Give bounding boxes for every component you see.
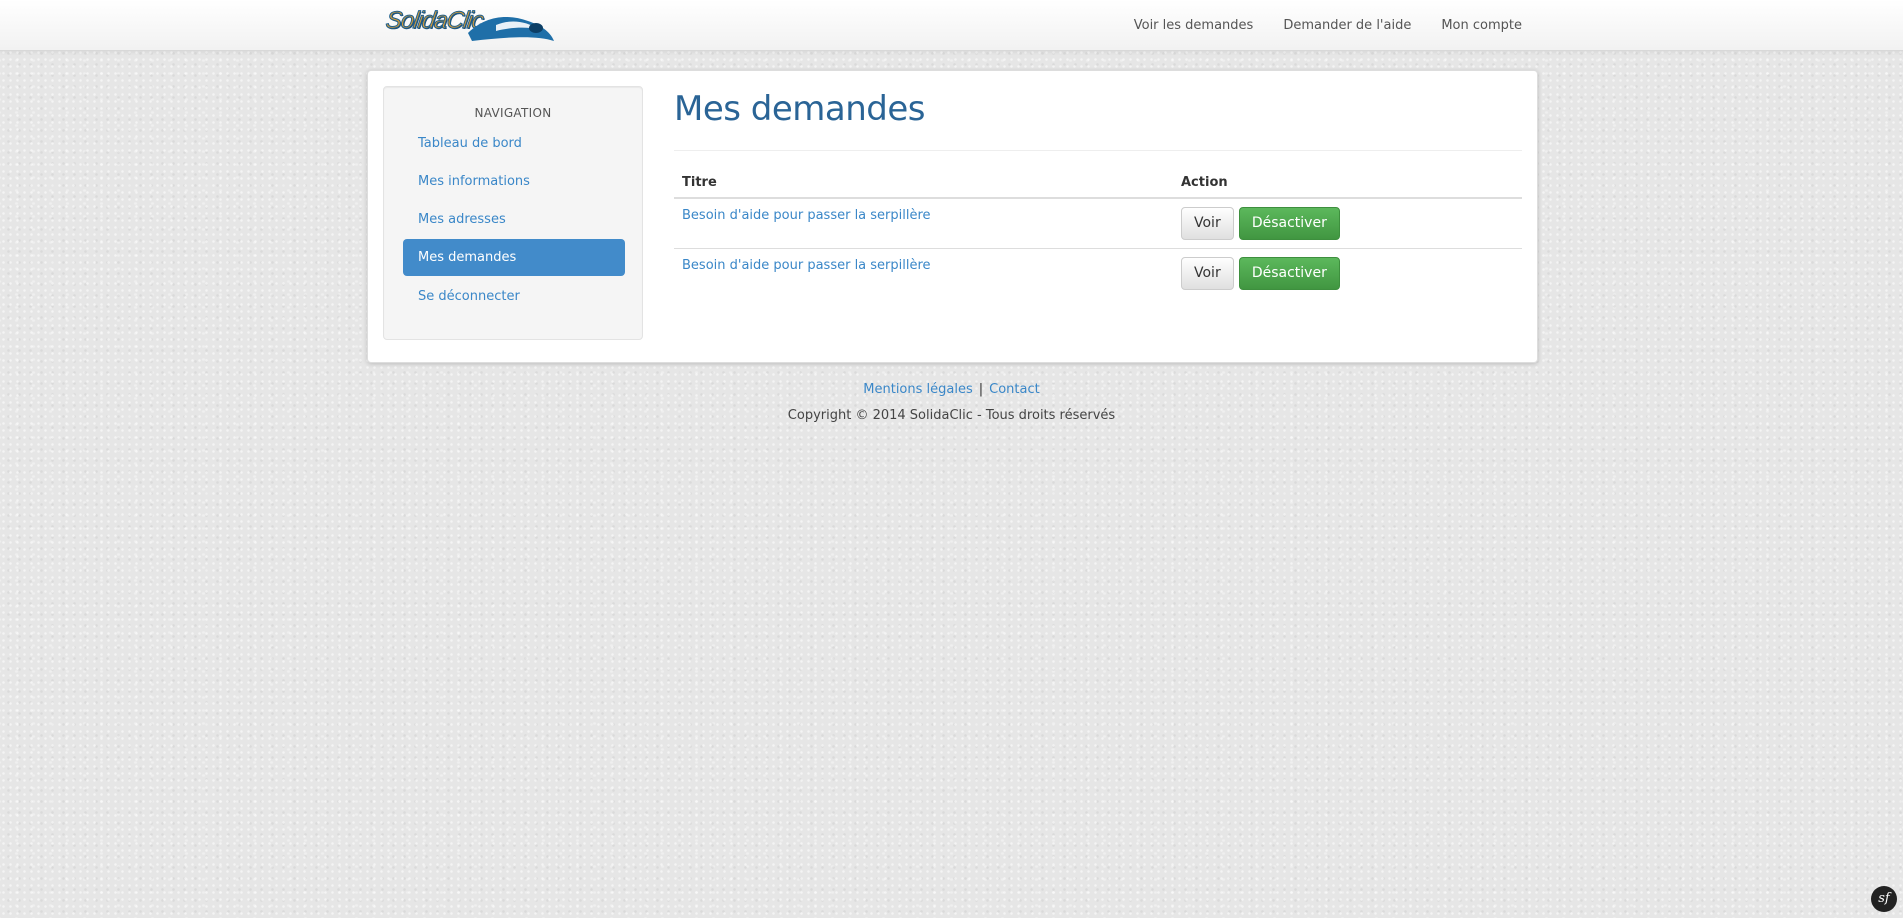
sidebar-item-mes-informations[interactable]: Mes informations: [403, 163, 625, 200]
voir-button[interactable]: Voir: [1181, 207, 1234, 240]
title-divider: [674, 150, 1522, 151]
mentions-legales-link[interactable]: Mentions légales: [863, 382, 972, 397]
sidebar-item-se-deconnecter[interactable]: Se déconnecter: [403, 278, 625, 315]
request-title-link[interactable]: Besoin d'aide pour passer la serpillère: [682, 258, 931, 273]
voir-button[interactable]: Voir: [1181, 257, 1234, 290]
footer-separator: |: [978, 382, 984, 397]
footer-links: Mentions légales | Contact: [0, 382, 1903, 397]
table-row: Besoin d'aide pour passer la serpillère …: [674, 198, 1522, 249]
contact-link[interactable]: Contact: [989, 382, 1040, 397]
row-title-cell: Besoin d'aide pour passer la serpillère: [674, 248, 1173, 298]
table-row: Besoin d'aide pour passer la serpillère …: [674, 248, 1522, 298]
row-action-cell: Voir Désactiver: [1173, 248, 1522, 298]
top-navbar: SolidaClic Voir les demandes Demander de…: [0, 0, 1903, 51]
sidebar-item-mes-demandes[interactable]: Mes demandes: [403, 239, 625, 276]
column-header-action: Action: [1173, 167, 1522, 199]
table-header-row: Titre Action: [674, 167, 1522, 199]
sidebar-item-tableau-de-bord[interactable]: Tableau de bord: [403, 125, 625, 162]
sidebar-navigation: NAVIGATION Tableau de bord Mes informati…: [383, 86, 643, 340]
desactiver-button[interactable]: Désactiver: [1238, 207, 1340, 240]
page-title: Mes demandes: [674, 89, 926, 129]
nav-demander-de-l-aide[interactable]: Demander de l'aide: [1283, 18, 1411, 33]
desactiver-button[interactable]: Désactiver: [1238, 257, 1340, 290]
symfony-debug-toolbar-icon[interactable]: sf: [1871, 886, 1897, 912]
row-action-cell: Voir Désactiver: [1173, 198, 1522, 249]
sidebar-heading: NAVIGATION: [474, 106, 552, 120]
nav-mon-compte[interactable]: Mon compte: [1441, 18, 1522, 33]
site-logo[interactable]: SolidaClic: [382, 3, 554, 47]
requests-table: Titre Action Besoin d'aide pour passer l…: [674, 167, 1522, 298]
row-title-cell: Besoin d'aide pour passer la serpillère: [674, 198, 1173, 249]
sidebar-item-mes-adresses[interactable]: Mes adresses: [403, 201, 625, 238]
main-panel: NAVIGATION Tableau de bord Mes informati…: [367, 70, 1538, 363]
logo-swoosh-icon: [468, 17, 554, 41]
column-header-titre: Titre: [674, 167, 1173, 199]
nav-voir-les-demandes[interactable]: Voir les demandes: [1134, 18, 1254, 33]
request-title-link[interactable]: Besoin d'aide pour passer la serpillère: [682, 208, 931, 223]
main-nav: Voir les demandes Demander de l'aide Mon…: [1104, 0, 1522, 50]
copyright-text: Copyright © 2014 SolidaClic - Tous droit…: [787, 408, 1116, 423]
